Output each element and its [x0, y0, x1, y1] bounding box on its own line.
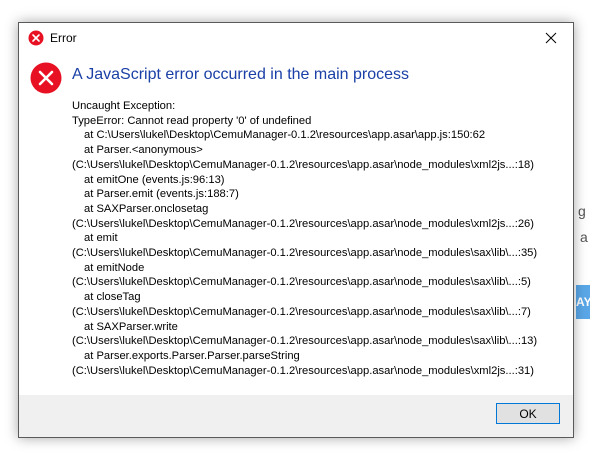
error-detail-line: (C:\Users\lukel\Desktop\CemuManager-0.1.… [72, 217, 535, 230]
error-dialog: Error A JavaScript error occurred in the… [18, 22, 574, 438]
background-text-fragment: g [578, 203, 586, 219]
error-detail-line: TypeError: Cannot read property '0' of u… [72, 114, 312, 127]
error-detail-line: at closeTag [84, 291, 141, 304]
close-button[interactable] [529, 23, 573, 53]
error-detail-line: at SAXParser.write [84, 320, 178, 333]
error-detail-line: (C:\Users\lukel\Desktop\CemuManager-0.1.… [72, 364, 535, 377]
background-text-fragment: a [580, 229, 588, 245]
error-detail-line: at emitOne (events.js:96:13) [84, 173, 225, 186]
error-detail-line: (C:\Users\lukel\Desktop\CemuManager-0.1.… [72, 276, 531, 289]
error-detail-line: at C:\Users\lukel\Desktop\CemuManager-0.… [84, 129, 486, 142]
error-icon [28, 30, 44, 46]
error-detail-line: (C:\Users\lukel\Desktop\CemuManager-0.1.… [72, 305, 531, 318]
error-detail-line: at emit [84, 232, 118, 245]
error-icon [30, 62, 62, 94]
error-detail-line: at Parser.emit (events.js:188:7) [84, 188, 239, 201]
error-detail-line: (C:\Users\lukel\Desktop\CemuManager-0.1.… [72, 158, 535, 171]
title-bar[interactable]: Error [19, 23, 573, 53]
error-detail-line: at Parser.exports.Parser.Parser.parseStr… [84, 349, 300, 362]
dialog-footer: OK [19, 395, 573, 437]
error-detail-line: at Parser.<anonymous> [84, 144, 203, 157]
error-detail-line: Uncaught Exception: [72, 100, 176, 112]
error-detail-line: at SAXParser.onclosetag [84, 202, 209, 215]
error-heading: A JavaScript error occurred in the main … [72, 66, 410, 83]
background-button-fragment: AY [576, 285, 590, 319]
error-detail-line: at emitNode [84, 261, 145, 274]
error-detail-line: (C:\Users\lukel\Desktop\CemuManager-0.1.… [72, 247, 538, 260]
dialog-title: Error [50, 31, 77, 45]
error-detail-line: (C:\Users\lukel\Desktop\CemuManager-0.1.… [72, 335, 538, 348]
close-icon [545, 29, 557, 48]
error-details: Uncaught Exception: TypeError: Cannot rea… [72, 99, 567, 378]
ok-button[interactable]: OK [496, 403, 560, 424]
